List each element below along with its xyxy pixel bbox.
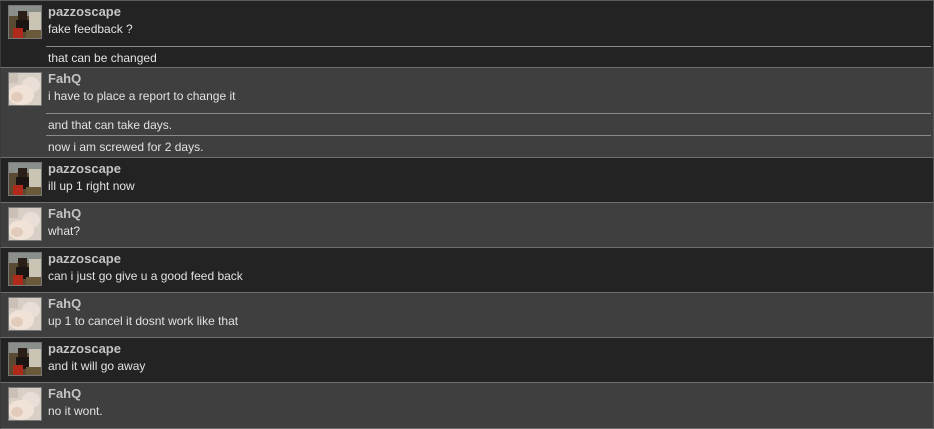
pazzoscape-avatar-icon[interactable] xyxy=(8,252,42,286)
message-text: ill up 1 right now xyxy=(48,179,135,193)
message-text: and that can take days. xyxy=(48,118,173,132)
message-group: pazzoscape fake feedback ? that can be c… xyxy=(0,1,934,68)
message-group: FahQ i have to place a report to change … xyxy=(0,68,934,158)
username[interactable]: pazzoscape xyxy=(48,4,121,19)
chat-transcript: pazzoscape fake feedback ? that can be c… xyxy=(0,0,934,429)
pazzoscape-avatar-icon[interactable] xyxy=(8,5,42,39)
message-text: fake feedback ? xyxy=(48,22,133,36)
username[interactable]: pazzoscape xyxy=(48,341,121,356)
username[interactable]: FahQ xyxy=(48,386,81,401)
line-divider xyxy=(46,135,931,136)
fahq-avatar-icon[interactable] xyxy=(8,387,42,421)
message-text: what? xyxy=(48,224,81,238)
message-group: FahQ up 1 to cancel it dosnt work like t… xyxy=(0,293,934,338)
message-text: and it will go away xyxy=(48,359,146,373)
message-group: pazzoscape ill up 1 right now xyxy=(0,158,934,203)
message-text: can i just go give u a good feed back xyxy=(48,269,243,283)
pazzoscape-avatar-icon[interactable] xyxy=(8,342,42,376)
message-text: i have to place a report to change it xyxy=(48,89,236,103)
fahq-avatar-icon[interactable] xyxy=(8,207,42,241)
pazzoscape-avatar-icon[interactable] xyxy=(8,162,42,196)
message-group: pazzoscape and it will go away xyxy=(0,338,934,383)
username[interactable]: FahQ xyxy=(48,296,81,311)
message-text: that can be changed xyxy=(48,51,157,65)
fahq-avatar-icon[interactable] xyxy=(8,297,42,331)
message-text: up 1 to cancel it dosnt work like that xyxy=(48,314,239,328)
message-text: now i am screwed for 2 days. xyxy=(48,140,204,154)
message-group: FahQ what? xyxy=(0,203,934,248)
username[interactable]: FahQ xyxy=(48,206,81,221)
username[interactable]: FahQ xyxy=(48,71,81,86)
fahq-avatar-icon[interactable] xyxy=(8,72,42,106)
username[interactable]: pazzoscape xyxy=(48,251,121,266)
message-group: FahQ no it wont. xyxy=(0,383,934,429)
line-divider xyxy=(46,46,931,47)
line-divider xyxy=(46,113,931,114)
message-text: no it wont. xyxy=(48,404,103,418)
message-group: pazzoscape can i just go give u a good f… xyxy=(0,248,934,293)
username[interactable]: pazzoscape xyxy=(48,161,121,176)
